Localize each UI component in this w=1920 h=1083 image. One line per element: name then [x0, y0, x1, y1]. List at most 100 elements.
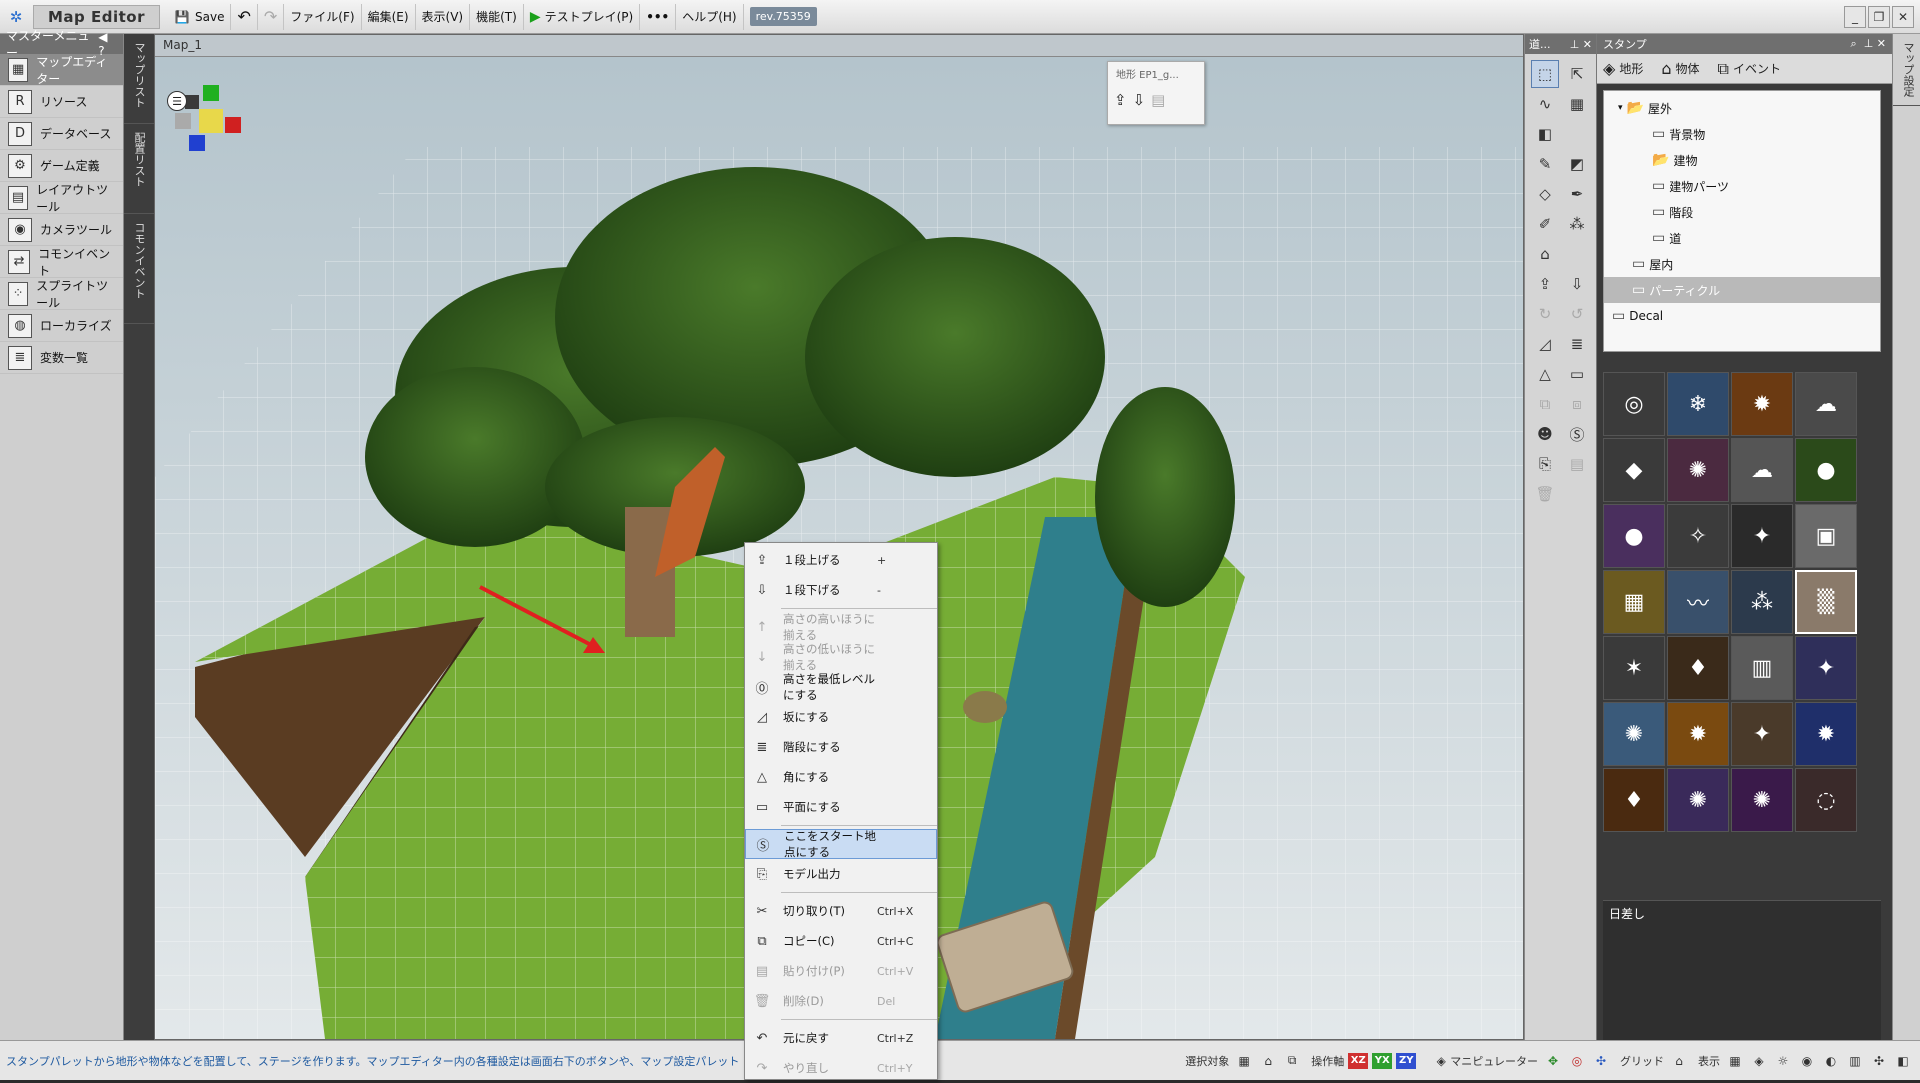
- particle-thumbnail[interactable]: ♦: [1603, 768, 1665, 832]
- tab-map-settings[interactable]: マップ設定: [1893, 34, 1920, 106]
- terrain-select-icon[interactable]: ▦: [1235, 1052, 1253, 1070]
- bucket-icon[interactable]: ◩: [1563, 150, 1591, 178]
- tab-object[interactable]: ⌂ 物体: [1661, 59, 1699, 78]
- viewport-menu-button[interactable]: ☰: [167, 91, 187, 111]
- particle-thumbnail[interactable]: ✹: [1795, 702, 1857, 766]
- save-button[interactable]: 💾 Save: [166, 3, 232, 30]
- grid-icon[interactable]: ▦: [1563, 90, 1591, 118]
- export-tool-icon[interactable]: ⎘: [1531, 450, 1559, 478]
- particle-thumbnail[interactable]: ❄: [1667, 372, 1729, 436]
- context-menu-item[interactable]: ⎘ モデル出力: [745, 859, 937, 889]
- context-menu-item[interactable]: ⇩ １段下げる -: [745, 575, 937, 605]
- raise-icon[interactable]: ⇪: [1114, 91, 1127, 109]
- context-menu-item[interactable]: ≣ 階段にする: [745, 732, 937, 762]
- particle-thumbnail[interactable]: ▒: [1795, 570, 1857, 634]
- tab-map-list[interactable]: マップリスト: [124, 34, 154, 124]
- undo-button[interactable]: ↶: [231, 3, 258, 30]
- rotate-icon[interactable]: ↻: [1531, 300, 1559, 328]
- lower-icon[interactable]: ⇩: [1133, 91, 1146, 109]
- context-menu-item[interactable]: ⧉ コピー(C) Ctrl+C: [745, 926, 937, 956]
- grid-toggle-icon[interactable]: ⌂: [1670, 1052, 1688, 1070]
- particle-thumbnail[interactable]: ✶: [1603, 636, 1665, 700]
- context-menu-item[interactable]: △ 角にする: [745, 762, 937, 792]
- master-item-common-event[interactable]: ⇄ コモンイベント: [0, 246, 123, 278]
- master-item-camera-tool[interactable]: ◉ カメラツール: [0, 214, 123, 246]
- lower-tool-icon[interactable]: ⇩: [1563, 270, 1591, 298]
- map-tab[interactable]: Map_1: [155, 35, 1523, 57]
- rotate2-icon[interactable]: ↺: [1563, 300, 1591, 328]
- display-light-icon[interactable]: ☼: [1774, 1052, 1792, 1070]
- more-button[interactable]: •••: [640, 3, 677, 30]
- clipboard-icon[interactable]: ▤: [1563, 450, 1591, 478]
- display-collision-icon[interactable]: ▥: [1846, 1052, 1864, 1070]
- particle-thumbnail[interactable]: ✹: [1667, 702, 1729, 766]
- menu-help[interactable]: ヘルプ(H): [676, 3, 744, 30]
- collapse-icon[interactable]: ◀: [98, 30, 107, 44]
- terrain-cube-icon[interactable]: ◧: [1531, 120, 1559, 148]
- particle-thumbnail[interactable]: ✧: [1667, 504, 1729, 568]
- lasso-icon[interactable]: ∿: [1531, 90, 1559, 118]
- particle-thumbnail[interactable]: 〰: [1667, 570, 1729, 634]
- pin-icon[interactable]: ⊥: [1864, 37, 1874, 50]
- search-icon[interactable]: ⌕: [1851, 37, 1857, 50]
- tree-item[interactable]: ▾ 📂 屋外: [1604, 95, 1880, 121]
- particle-thumbnail[interactable]: ✦: [1731, 504, 1793, 568]
- display-grid-icon[interactable]: ▦: [1726, 1052, 1744, 1070]
- select-arrow-icon[interactable]: ⇱: [1563, 60, 1591, 88]
- particle-thumbnail[interactable]: ▥: [1731, 636, 1793, 700]
- pin-icon[interactable]: ⊥: [1570, 38, 1580, 51]
- particle-thumbnail[interactable]: ▦: [1603, 570, 1665, 634]
- tab-event[interactable]: ⧉ イベント: [1718, 59, 1781, 79]
- master-item-layout-tool[interactable]: ▤ レイアウトツール: [0, 182, 123, 214]
- object-select-icon[interactable]: ⌂: [1259, 1052, 1277, 1070]
- particle-thumbnail[interactable]: ✦: [1731, 702, 1793, 766]
- particle-thumbnail[interactable]: ✹: [1731, 372, 1793, 436]
- character-icon[interactable]: ☻: [1531, 420, 1559, 448]
- close-icon[interactable]: ✕: [1877, 37, 1886, 50]
- tree-item[interactable]: ▭ 建物パーツ: [1604, 173, 1880, 199]
- context-menu-item[interactable]: ⇪ １段上げる +: [745, 545, 937, 575]
- rotate-gizmo-icon[interactable]: ◎: [1568, 1052, 1586, 1070]
- flat-tool-icon[interactable]: ▭: [1563, 360, 1591, 388]
- particle-thumbnail[interactable]: ✺: [1731, 768, 1793, 832]
- stairs-tool-icon[interactable]: ≣: [1563, 330, 1591, 358]
- menu-file[interactable]: ファイル(F): [284, 3, 362, 30]
- terrain-popup[interactable]: 地形 EP1_g... ⇪ ⇩ ▤: [1107, 61, 1205, 125]
- context-menu-item[interactable]: Ⓢ ここをスタート地点にする: [745, 829, 937, 859]
- move-gizmo-icon[interactable]: ✥: [1544, 1052, 1562, 1070]
- house-icon[interactable]: ⌂: [1531, 240, 1559, 268]
- spray-icon[interactable]: ⁂: [1563, 210, 1591, 238]
- particle-thumbnail[interactable]: ☁: [1731, 438, 1793, 502]
- master-item-sprite-tool[interactable]: ⁘ スプライトツール: [0, 278, 123, 310]
- particle-thumbnail[interactable]: ●: [1603, 504, 1665, 568]
- tree-item[interactable]: ▭ 階段: [1604, 199, 1880, 225]
- close-button[interactable]: ✕: [1892, 5, 1914, 28]
- clipboard-icon[interactable]: ▤: [1151, 91, 1165, 109]
- trash-icon[interactable]: 🗑: [1531, 480, 1559, 508]
- context-menu-item[interactable]: ✂ 切り取り(T) Ctrl+X: [745, 896, 937, 926]
- particle-thumbnail[interactable]: ✦: [1795, 636, 1857, 700]
- tab-placement-list[interactable]: 配置リスト: [124, 124, 154, 214]
- particle-thumbnail[interactable]: ☁: [1795, 372, 1857, 436]
- particle-thumbnail[interactable]: ⁂: [1731, 570, 1793, 634]
- tree-item[interactable]: ▭ 屋内: [1604, 251, 1880, 277]
- tab-terrain[interactable]: ◈ 地形: [1603, 59, 1643, 78]
- close-icon[interactable]: ✕: [1583, 38, 1592, 51]
- master-item-localize[interactable]: ◍ ローカライズ: [0, 310, 123, 342]
- axis-yx-button[interactable]: YX: [1372, 1052, 1393, 1069]
- tree-item[interactable]: ▭ Decal: [1604, 303, 1880, 329]
- particle-thumbnail[interactable]: ◎: [1603, 372, 1665, 436]
- event-select-icon[interactable]: ⧉: [1283, 1052, 1301, 1070]
- particle-thumbnail[interactable]: ▣: [1795, 504, 1857, 568]
- context-menu-item[interactable]: ◿ 坂にする: [745, 702, 937, 732]
- select-rect-icon[interactable]: ⬚: [1531, 60, 1559, 88]
- pencil-icon[interactable]: ✎: [1531, 150, 1559, 178]
- tab-common-event[interactable]: コモンイベント: [124, 214, 154, 324]
- context-menu-item[interactable]: ↶ 元に戻す Ctrl+Z: [745, 1023, 937, 1053]
- display-layer-icon[interactable]: ◧: [1894, 1052, 1912, 1070]
- restore-button[interactable]: ❐: [1868, 5, 1890, 28]
- menu-view[interactable]: 表示(V): [416, 3, 471, 30]
- display-camera-icon[interactable]: ◉: [1798, 1052, 1816, 1070]
- testplay-button[interactable]: ▶ テストプレイ(P): [524, 3, 641, 30]
- display-object-icon[interactable]: ◈: [1750, 1052, 1768, 1070]
